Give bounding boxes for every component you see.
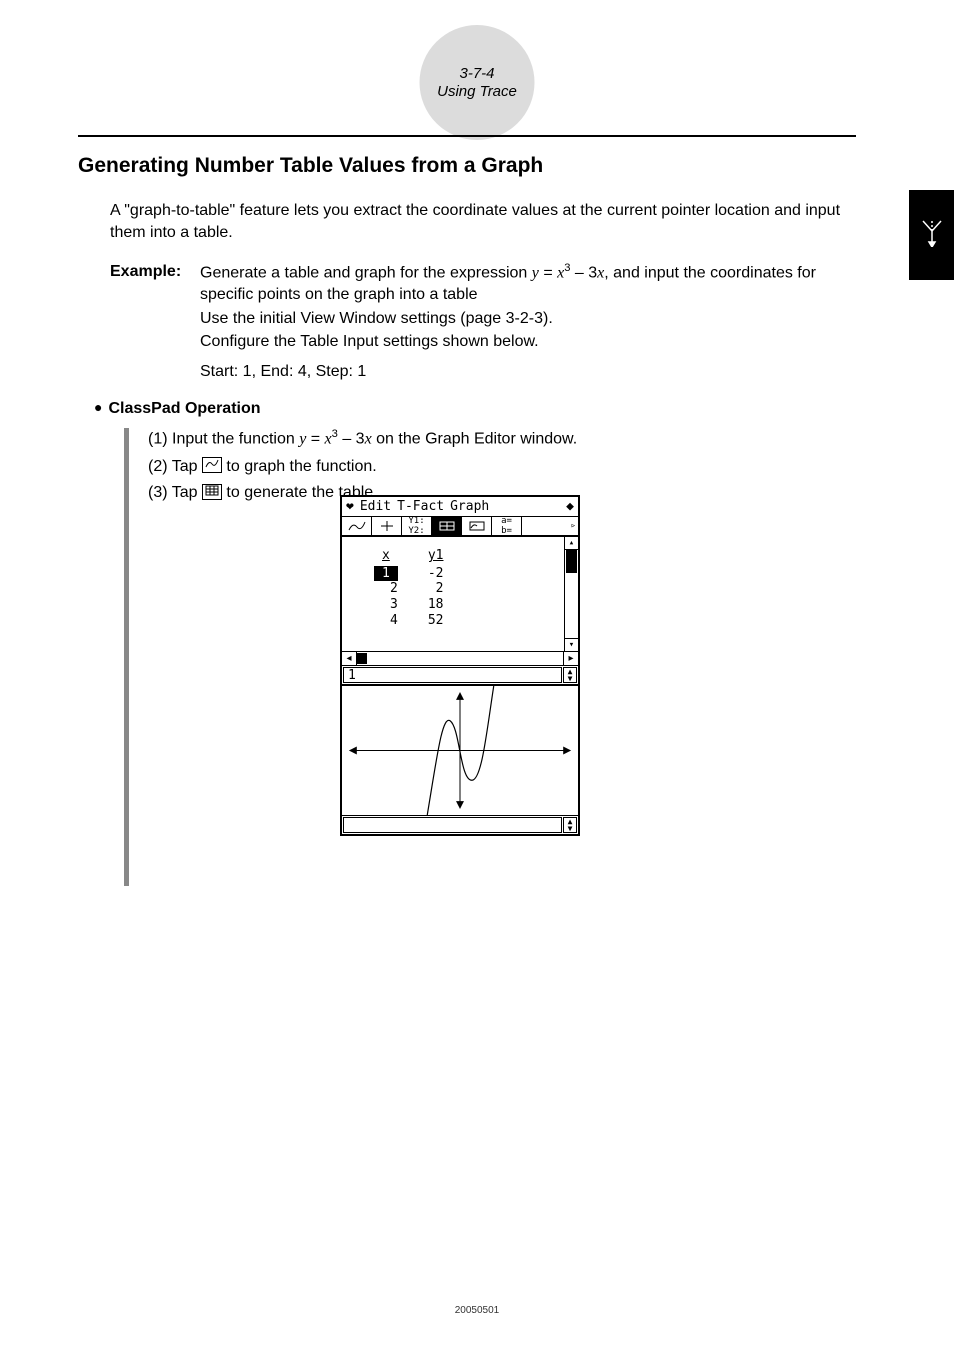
toolbar-table-window-icon[interactable]	[432, 517, 462, 535]
table-panel: x y1 1 -2 2 2 3 18 4 52	[342, 537, 578, 652]
toolbar-y1y2-icon[interactable]: Y1:Y2:	[402, 517, 432, 535]
hscroll-right-icon[interactable]: ▸	[564, 652, 578, 665]
graph-panel[interactable]	[342, 686, 578, 816]
graph-value-field-row: ▲▼	[342, 816, 578, 834]
page-header-badge: 3-7-4 Using Trace	[420, 25, 535, 140]
toolbar-zoom-icon[interactable]	[372, 517, 402, 535]
section-number: 3-7-4	[459, 65, 494, 83]
graph-icon	[202, 457, 222, 473]
example-label: Example:	[110, 261, 200, 384]
section-title: Using Trace	[437, 83, 517, 101]
steps-sidebar	[124, 428, 129, 886]
footer-date: 20050501	[0, 1305, 954, 1316]
graph-value-spinner[interactable]: ▲▼	[563, 817, 577, 833]
cell: -2	[414, 567, 458, 581]
table-value-spinner[interactable]: ▲▼	[563, 667, 577, 683]
hscroll-track[interactable]	[356, 652, 564, 665]
calculator-screenshot: ❤ Edit T-Fact Graph ◆ Y1:Y2: a=b= ▹ x y1	[340, 495, 580, 836]
cell-selected: 1	[374, 566, 398, 581]
table-hscrollbar[interactable]: ◂ ▸	[342, 652, 578, 666]
section-tab	[909, 190, 954, 280]
bullet-icon: ●	[94, 399, 102, 415]
toolbar-expand-icon[interactable]: ▹	[522, 517, 578, 535]
table-value-field[interactable]: 1	[343, 667, 562, 683]
menu-dropdown-icon[interactable]: ❤	[346, 499, 354, 514]
intro-paragraph: A "graph-to-table" feature lets you extr…	[110, 200, 856, 243]
table-icon	[202, 484, 222, 500]
step-2: (2) Tap to graph the function.	[148, 455, 856, 480]
col-header-x: x	[360, 549, 412, 565]
toolbar-ab-icon[interactable]: a=b=	[492, 517, 522, 535]
example-block: Example: Generate a table and graph for …	[110, 261, 856, 384]
example-line-3: Configure the Table Input settings shown…	[200, 331, 856, 353]
number-table: x y1 1 -2 2 2 3 18 4 52	[358, 547, 459, 629]
menu-close-icon[interactable]: ◆	[566, 499, 574, 514]
main-content: Generating Number Table Values from a Gr…	[78, 154, 856, 508]
calc-toolbar: Y1:Y2: a=b= ▹	[342, 517, 578, 537]
cell: 2	[414, 582, 458, 596]
table-row[interactable]: 3 18	[360, 598, 457, 612]
cell: 3	[360, 598, 412, 612]
toolbar-graph-icon[interactable]	[342, 517, 372, 535]
horizontal-rule	[78, 135, 856, 137]
page-title: Generating Number Table Values from a Gr…	[78, 154, 856, 178]
example-line-1: Generate a table and graph for the expre…	[200, 261, 856, 306]
hscroll-left-icon[interactable]: ◂	[342, 652, 356, 665]
cell: 52	[414, 614, 458, 628]
table-value-field-row: 1 ▲▼	[342, 666, 578, 686]
graph-value-field[interactable]	[343, 817, 562, 833]
operation-heading: ●ClassPad Operation	[94, 400, 856, 418]
cell: 2	[360, 582, 412, 596]
cell: 18	[414, 598, 458, 612]
table-row[interactable]: 2 2	[360, 582, 457, 596]
step-1: (1) Input the function y = x3 – 3x on th…	[148, 426, 856, 452]
tab-icon	[919, 217, 945, 254]
table-row[interactable]: 1 -2	[360, 567, 457, 581]
menu-graph[interactable]: Graph	[450, 499, 489, 514]
example-line-2: Use the initial View Window settings (pa…	[200, 308, 856, 330]
cell: 4	[360, 614, 412, 628]
example-body: Generate a table and graph for the expre…	[200, 261, 856, 384]
example-start-end: Start: 1, End: 4, Step: 1	[200, 361, 856, 383]
menu-tfact[interactable]: T-Fact	[397, 499, 444, 514]
col-header-y1: y1	[414, 549, 458, 565]
calc-menubar: ❤ Edit T-Fact Graph ◆	[342, 497, 578, 517]
toolbar-graph-table-icon[interactable]	[462, 517, 492, 535]
table-vscrollbar[interactable]	[564, 537, 578, 651]
menu-edit[interactable]: Edit	[360, 499, 391, 514]
table-row[interactable]: 4 52	[360, 614, 457, 628]
